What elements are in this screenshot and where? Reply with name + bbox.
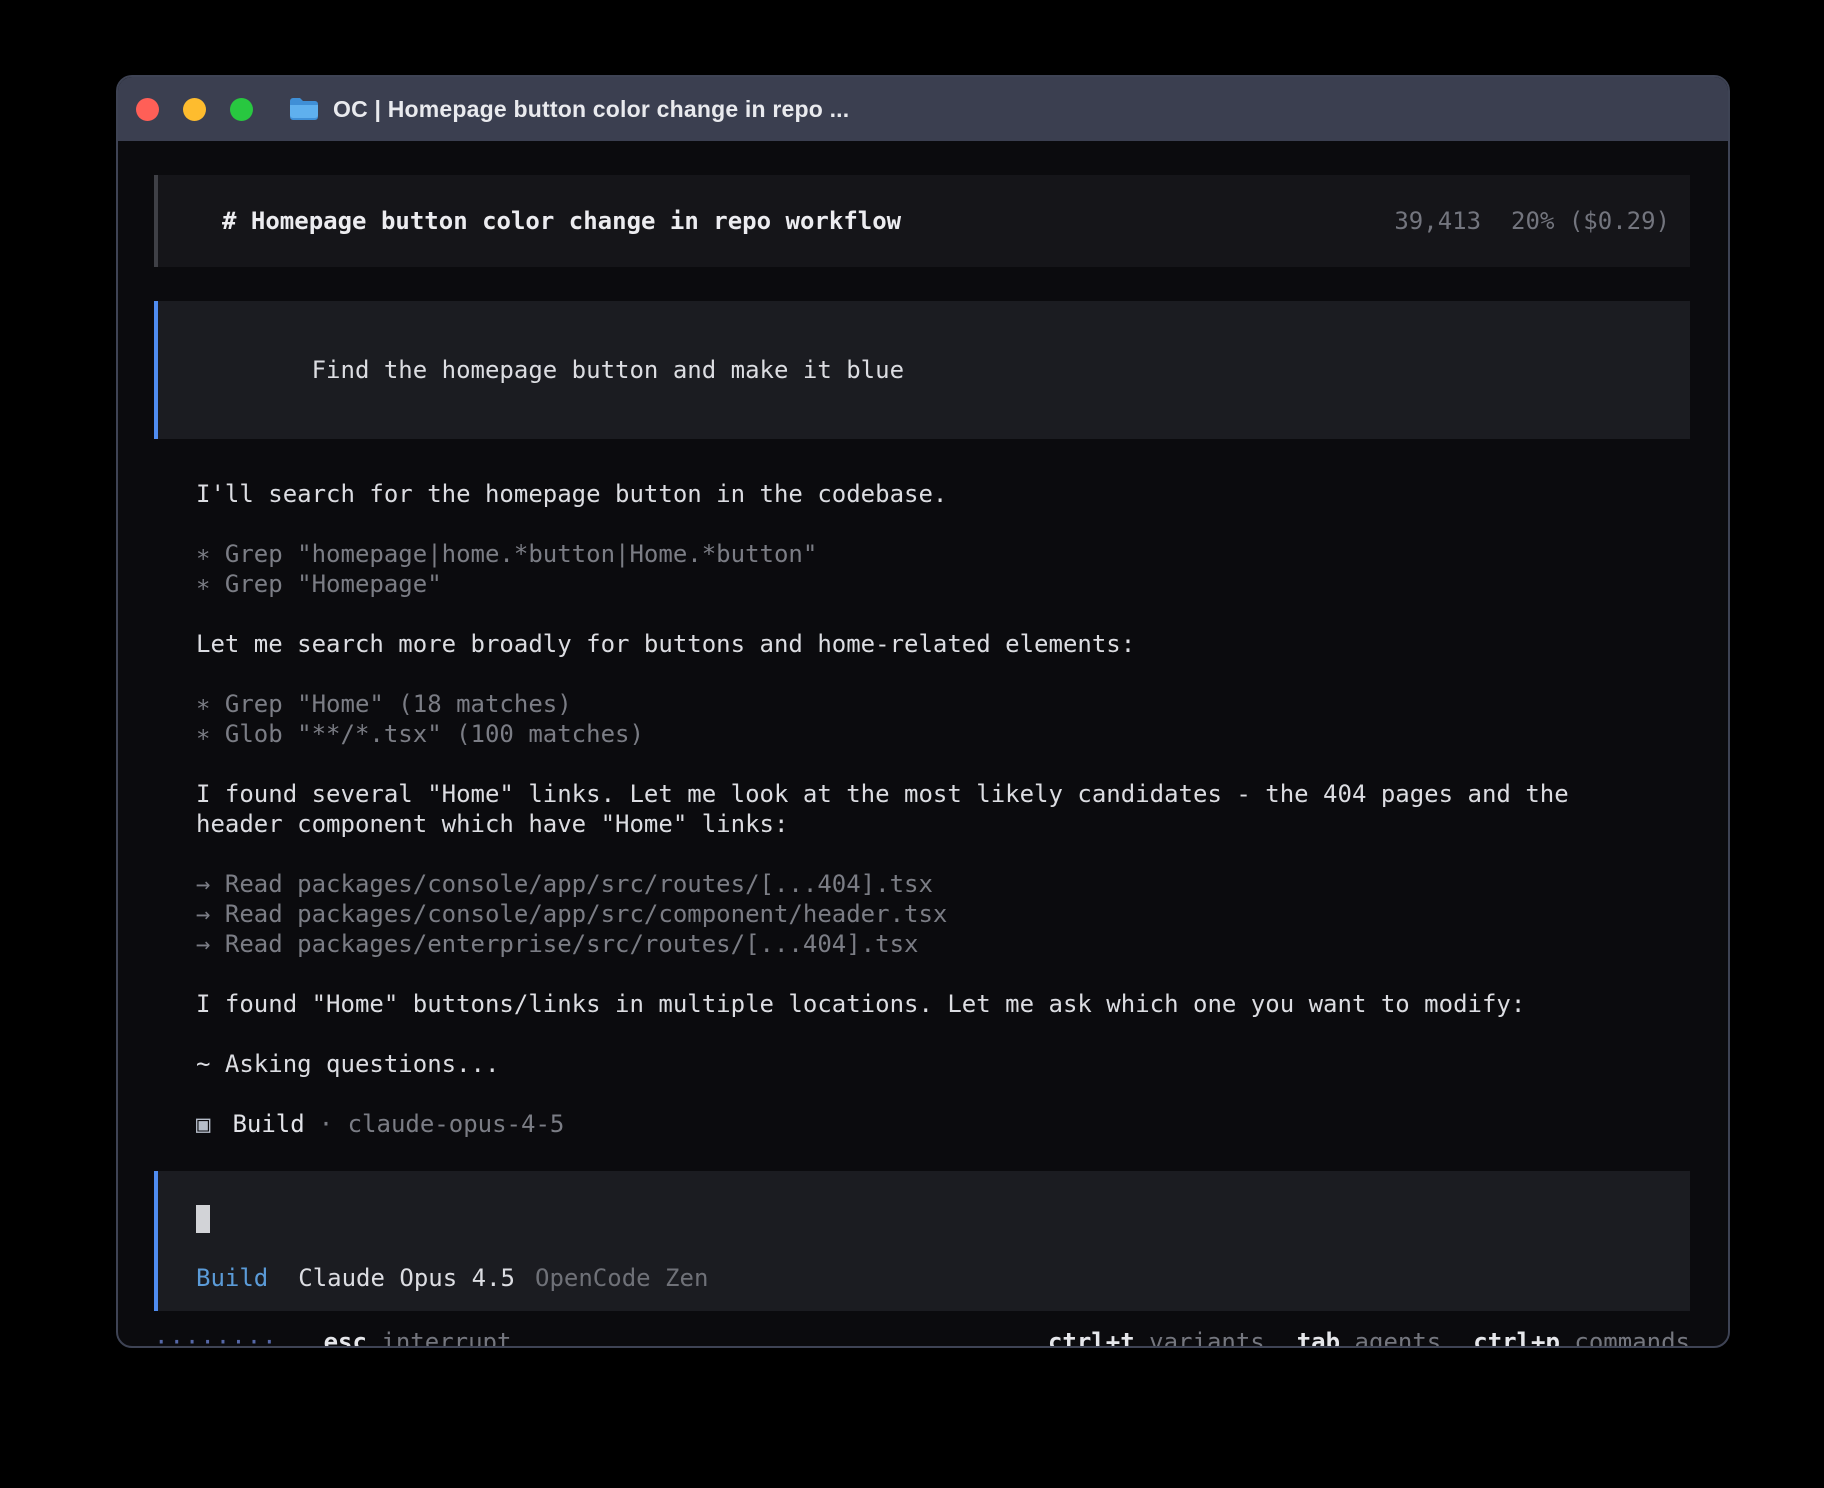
- commands-key: ctrl+p: [1473, 1328, 1560, 1348]
- titlebar[interactable]: OC | Homepage button color change in rep…: [118, 77, 1728, 141]
- variants-key: ctrl+t: [1048, 1328, 1135, 1348]
- transcript-block-text: I'll search for the homepage button in t…: [196, 479, 1690, 509]
- transcript-block-text: I found "Home" buttons/links in multiple…: [196, 989, 1690, 1019]
- transcript-line: ∗ Grep "homepage|home.*button|Home.*butt…: [196, 539, 1690, 569]
- spinner-dots: ········: [154, 1327, 278, 1348]
- traffic-lights: [136, 98, 253, 121]
- transcript-block-tool: ∗ Grep "homepage|home.*button|Home.*butt…: [196, 539, 1690, 599]
- prompt-input[interactable]: Build Claude Opus 4.5 OpenCode Zen: [154, 1171, 1690, 1311]
- transcript-block-tool: ∗ Grep "Home" (18 matches)∗ Glob "**/*.t…: [196, 689, 1690, 749]
- user-message-text: Find the homepage button and make it blu…: [312, 356, 904, 384]
- agent-status-model: · claude-opus-4-5: [319, 1110, 565, 1138]
- transcript-block-agent-status: ▣ Build · claude-opus-4-5: [196, 1109, 1690, 1139]
- transcript-line: ~ Asking questions...: [196, 1049, 1690, 1079]
- shortcut-hints: ctrl+t variants tab agents ctrl+p comman…: [1048, 1327, 1690, 1348]
- minimize-button[interactable]: [183, 98, 206, 121]
- title-group: OC | Homepage button color change in rep…: [289, 96, 849, 123]
- close-button[interactable]: [136, 98, 159, 121]
- transcript-line: → Read packages/console/app/src/routes/[…: [196, 869, 1690, 899]
- transcript-line: → Read packages/console/app/src/componen…: [196, 899, 1690, 929]
- commands-shortcut: ctrl+p commands: [1473, 1327, 1690, 1348]
- agents-shortcut: tab agents: [1297, 1327, 1442, 1348]
- commands-label: commands: [1574, 1328, 1690, 1348]
- transcript-line: ∗ Grep "Home" (18 matches): [196, 689, 1690, 719]
- agent-status-name: Build: [232, 1110, 304, 1138]
- session-header: # Homepage button color change in repo w…: [154, 175, 1690, 267]
- transcript-block-text: Let me search more broadly for buttons a…: [196, 629, 1690, 659]
- transcript-block-tool: → Read packages/console/app/src/routes/[…: [196, 869, 1690, 959]
- zoom-button[interactable]: [230, 98, 253, 121]
- transcript-line: ∗ Glob "**/*.tsx" (100 matches): [196, 719, 1690, 749]
- transcript-line: → Read packages/enterprise/src/routes/[.…: [196, 929, 1690, 959]
- agents-key: tab: [1297, 1328, 1340, 1348]
- session-title: # Homepage button color change in repo w…: [222, 207, 901, 235]
- input-meta: Build Claude Opus 4.5 OpenCode Zen: [196, 1263, 1670, 1293]
- interrupt-hint: esc interrupt: [324, 1327, 512, 1348]
- text-cursor: [196, 1205, 210, 1233]
- context-usage: 20% ($0.29): [1511, 207, 1670, 235]
- status-bar: ········ esc interrupt ctrl+t variants t…: [154, 1327, 1690, 1348]
- transcript: I'll search for the homepage button in t…: [154, 479, 1690, 1139]
- session-stats: 39,413 20% ($0.29): [1394, 207, 1670, 235]
- window-title: OC | Homepage button color change in rep…: [333, 96, 849, 123]
- agents-label: agents: [1355, 1328, 1442, 1348]
- esc-key-hint: esc: [324, 1328, 367, 1348]
- terminal-content: # Homepage button color change in repo w…: [118, 141, 1728, 1348]
- transcript-line: I'll search for the homepage button in t…: [196, 479, 1690, 509]
- transcript-line: header component which have "Home" links…: [196, 809, 1690, 839]
- interrupt-label: interrupt: [381, 1328, 511, 1348]
- provider-label: OpenCode Zen: [535, 1263, 708, 1293]
- transcript-block-text: I found several "Home" links. Let me loo…: [196, 779, 1690, 839]
- folder-icon: [289, 97, 319, 121]
- agent-status-icon: ▣: [196, 1110, 210, 1138]
- transcript-line: Let me search more broadly for buttons a…: [196, 629, 1690, 659]
- agent-mode-label: Build: [196, 1263, 268, 1293]
- token-count: 39,413: [1394, 207, 1481, 235]
- transcript-line: ∗ Grep "Homepage": [196, 569, 1690, 599]
- model-label: Claude Opus 4.5: [298, 1263, 515, 1293]
- variants-shortcut: ctrl+t variants: [1048, 1327, 1265, 1348]
- transcript-line: I found "Home" buttons/links in multiple…: [196, 989, 1690, 1019]
- transcript-line: I found several "Home" links. Let me loo…: [196, 779, 1690, 809]
- user-message: Find the homepage button and make it blu…: [154, 301, 1690, 439]
- variants-label: variants: [1149, 1328, 1265, 1348]
- terminal-window: OC | Homepage button color change in rep…: [116, 75, 1730, 1348]
- transcript-block-text: ~ Asking questions...: [196, 1049, 1690, 1079]
